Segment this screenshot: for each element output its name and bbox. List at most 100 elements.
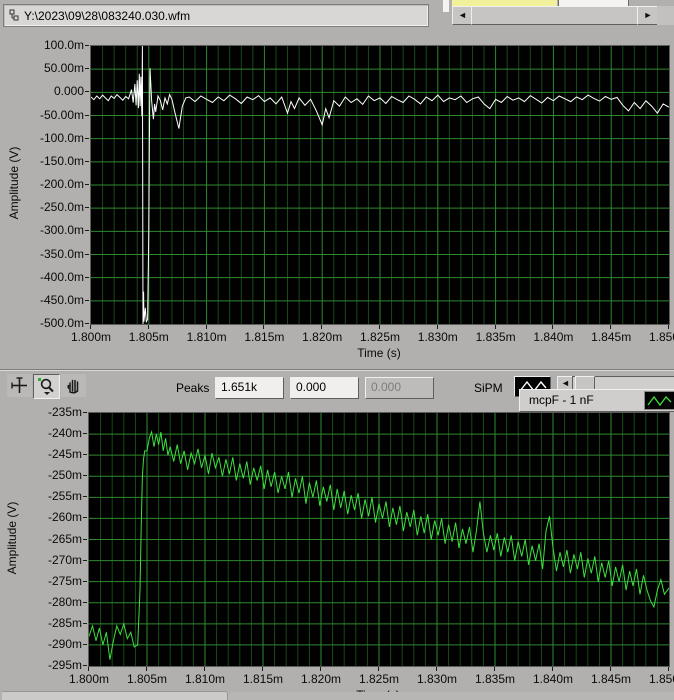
threshold-a-field[interactable]: 0.000 [290, 377, 359, 399]
y-tick-label: -280m [47, 594, 82, 609]
peaks-label: Peaks [176, 381, 210, 395]
y-tick-mark [83, 538, 87, 540]
mcpf-graph[interactable]: -235m -240m -245m -250m -255m -260m -265m -270m… [0, 402, 674, 700]
y-tick-label: -300.0m [39, 223, 84, 238]
legend-mcpf-swatch[interactable] [644, 391, 674, 410]
x-tick-mark [321, 325, 323, 329]
x-tick-mark [90, 325, 91, 329]
x-tick-mark [147, 325, 149, 329]
y-tick-label: -250m [47, 468, 82, 483]
x-tick-label: 1.825m [358, 672, 400, 686]
file-path-input[interactable]: Y:\2023\09\28\083240.030.wfm [3, 4, 429, 27]
y-tick-label: -450.0m [39, 292, 84, 307]
scroll-thumb[interactable] [471, 6, 639, 25]
x-tick-label: 1.840m [533, 330, 574, 344]
x-tick-label: 1.820m [302, 330, 343, 344]
y-tick-mark [85, 114, 89, 116]
crosshair-icon [11, 377, 27, 393]
y-tick-label: -240m [47, 426, 82, 441]
y-tick-label: -285m [47, 615, 82, 630]
x-tick-label: 1.850m [648, 330, 674, 344]
x-tick-label: 1.810m [186, 330, 227, 344]
waveform-viewer-window: Y:\2023\09\28\083240.030.wfm ◄ ► 100.0m 5… [0, 0, 674, 700]
y-tick-mark [83, 496, 87, 498]
x-tick-mark [610, 325, 612, 329]
legend-mcpf-label: mcpF - 1 nF [529, 393, 594, 407]
waveform-icon [647, 395, 672, 406]
clipped-cell [443, 0, 449, 12]
y-tick-mark [85, 160, 89, 162]
x-tick-label: 1.825m [359, 330, 401, 344]
y-tick-label: -350.0m [39, 246, 84, 261]
y-tick-label: -290m [47, 636, 82, 651]
y-tick-label: -500.0m [39, 316, 84, 330]
y-tick-label: 50.00m [43, 61, 84, 76]
y-axis-title: Amplitude (V) [5, 501, 19, 574]
y-tick-mark [85, 207, 89, 209]
y-tick-mark [83, 412, 87, 413]
divider [0, 370, 674, 371]
path-icon [8, 8, 20, 23]
y-tick-mark [83, 475, 87, 477]
y-tick-label: -245m [47, 447, 82, 462]
y-tick-label: -255m [47, 489, 82, 504]
hand-icon [67, 379, 79, 394]
x-tick-mark [436, 325, 438, 329]
x-tick-label: 1.805m [128, 330, 169, 344]
x-tick-label: 1.835m [474, 672, 516, 686]
x-tick-mark [610, 667, 611, 671]
y-tick-label: -235m [47, 405, 82, 419]
zoom-tool-button[interactable] [33, 374, 60, 399]
x-tick-label: 1.810m [184, 672, 226, 686]
y-tick-mark [83, 517, 87, 519]
y-tick-mark [85, 276, 89, 278]
x-tick-mark [88, 667, 89, 671]
x-tick-label: 1.830m [417, 330, 458, 344]
plot-area[interactable] [88, 412, 670, 667]
pan-tool-button[interactable] [61, 374, 86, 397]
clipped-bottom-panel [2, 691, 228, 700]
x-tick-label: 1.805m [126, 672, 168, 686]
y-tick-mark [83, 580, 87, 582]
cursor-tool-button[interactable] [7, 374, 32, 397]
threshold-b-field: 0.000 [365, 377, 434, 399]
y-tick-mark [83, 622, 87, 624]
scroll-right-arrow[interactable]: ► [637, 6, 659, 25]
y-tick-mark [83, 643, 87, 645]
y-tick-label: -275m [47, 573, 82, 588]
x-tick-mark [494, 325, 496, 329]
y-tick-mark [85, 91, 89, 93]
y-tick-mark [85, 68, 89, 70]
y-tick-mark [83, 559, 87, 561]
y-tick-mark [83, 433, 87, 435]
x-tick-mark [494, 667, 495, 671]
y-tick-label: -400.0m [39, 269, 84, 284]
scrollbar-corner [657, 6, 674, 25]
y-tick-label: -295m [47, 658, 82, 672]
x-tick-label: 1.800m [68, 672, 110, 686]
graph-palette [7, 374, 88, 400]
peaks-count-field[interactable]: 1.651k [215, 377, 284, 399]
x-tick-mark [552, 667, 553, 671]
legend-mcpf-row: mcpF - 1 nF [519, 389, 674, 412]
y-tick-label: -150.0m [39, 153, 84, 168]
x-tick-label: 1.835m [475, 330, 516, 344]
x-tick-mark [436, 667, 437, 671]
plot-area[interactable] [90, 45, 670, 325]
y-tick-mark [85, 45, 89, 46]
y-tick-label: -265m [47, 531, 82, 546]
y-tick-label: 100.0m [43, 38, 84, 52]
x-tick-label: 1.850m [648, 672, 674, 686]
x-tick-mark [378, 667, 379, 671]
y-tick-mark [85, 299, 89, 301]
sipm-graph[interactable]: 100.0m 50.00m 0.000 -50.00m -100.0m -150.0m -2… [0, 28, 674, 368]
y-tick-label: -50.00m [39, 107, 84, 122]
x-tick-mark [205, 325, 207, 329]
x-tick-mark [320, 667, 321, 671]
clipped-bottom-strip [227, 692, 674, 700]
y-tick-label: 0.000 [53, 84, 84, 99]
legend-sipm-label: SiPM [474, 381, 503, 395]
scroll-left-arrow[interactable]: ◄ [452, 6, 473, 25]
x-tick-label: 1.800m [70, 330, 112, 344]
top-scrollbar[interactable]: ◄ ► [452, 6, 659, 25]
